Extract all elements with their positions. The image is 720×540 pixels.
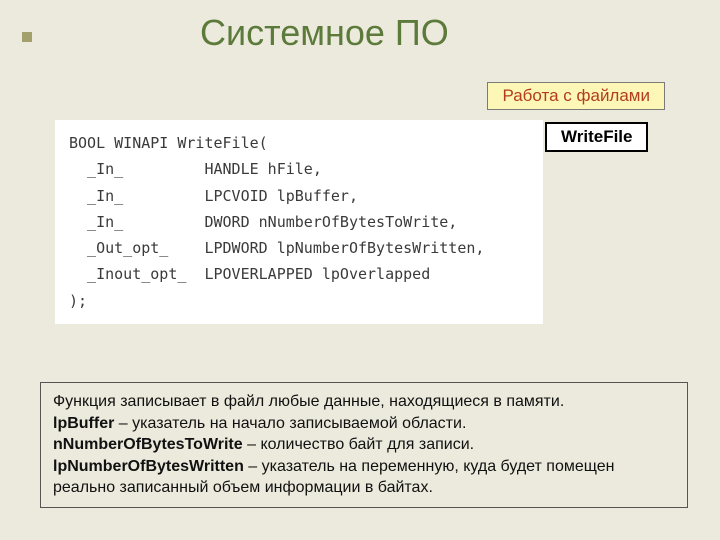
slide-title: Системное ПО (200, 12, 449, 54)
description-box: Функция записывает в файл любые данные, … (40, 382, 688, 508)
title-bullet (22, 32, 32, 42)
function-name-tag: WriteFile (545, 122, 648, 152)
param-nbytes-text: – количество байт для записи. (243, 436, 474, 453)
param-written-name: lpNumberOfBytesWritten (53, 458, 244, 475)
code-signature: BOOL WINAPI WriteFile( _In_ HANDLE hFile… (55, 120, 543, 324)
topic-tag: Работа с файлами (487, 82, 665, 110)
param-nbytes-name: nNumberOfBytesToWrite (53, 436, 243, 453)
desc-intro: Функция записывает в файл любые данные, … (53, 393, 564, 410)
param-lpbuffer-text: – указатель на начало записываемой облас… (114, 415, 466, 432)
param-lpbuffer-name: lpBuffer (53, 415, 114, 432)
